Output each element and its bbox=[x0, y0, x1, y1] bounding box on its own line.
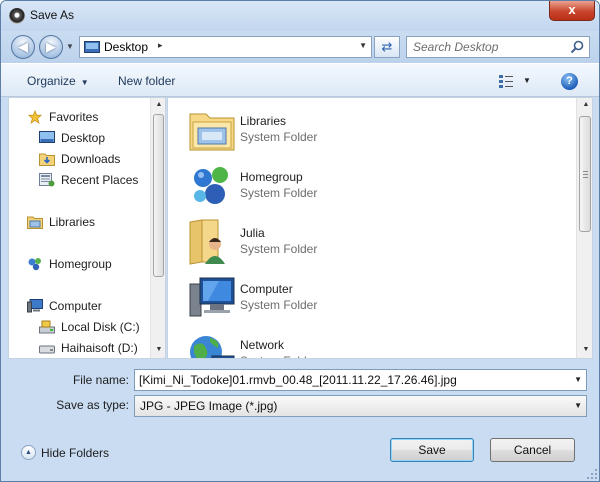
file-item-computer[interactable]: Computer System Folder bbox=[188, 274, 568, 328]
nav-homegroup-label: Homegroup bbox=[49, 257, 112, 271]
computer-icon bbox=[189, 277, 235, 317]
desktop-icon bbox=[84, 41, 100, 53]
scrollbar-thumb[interactable] bbox=[579, 116, 591, 232]
file-name: Libraries bbox=[240, 114, 287, 128]
back-button[interactable]: ◀ bbox=[11, 35, 35, 59]
file-type: System Folder bbox=[240, 298, 318, 312]
file-name-input[interactable] bbox=[135, 370, 565, 390]
views-dropdown-icon[interactable]: ▼ bbox=[523, 76, 531, 85]
nav-item-label: Desktop bbox=[61, 131, 106, 145]
hide-folders-label: Hide Folders bbox=[41, 446, 110, 460]
file-type: System Folder bbox=[240, 186, 318, 200]
scroll-up-icon[interactable]: ▲ bbox=[581, 101, 591, 108]
forward-button[interactable]: ▶ bbox=[39, 35, 63, 59]
file-type: System Folder bbox=[240, 242, 318, 256]
window-title: Save As bbox=[30, 8, 75, 22]
scroll-down-icon[interactable]: ▼ bbox=[154, 346, 164, 353]
nav-item-label: Downloads bbox=[61, 152, 121, 166]
recent-places-icon bbox=[39, 173, 55, 187]
help-icon[interactable]: ? bbox=[561, 73, 578, 90]
address-bar[interactable]: Desktop ▸ ▼ bbox=[79, 36, 372, 58]
nav-favorites-label: Favorites bbox=[49, 110, 99, 124]
homegroup-icon bbox=[194, 167, 228, 204]
grip-icon bbox=[583, 171, 588, 178]
libraries-icon bbox=[189, 113, 235, 151]
file-type: System Folder bbox=[240, 354, 317, 358]
cancel-button[interactable]: Cancel bbox=[490, 438, 575, 462]
file-type: System Folder bbox=[240, 130, 318, 144]
file-name: Julia bbox=[240, 226, 265, 240]
refresh-icon: ⇄ bbox=[381, 39, 393, 54]
file-list-pane: Libraries System Folder Homegroup System… bbox=[167, 97, 593, 359]
desktop-icon bbox=[39, 131, 55, 143]
nav-item-label: Local Disk (C:) bbox=[61, 320, 140, 334]
star-icon bbox=[27, 110, 43, 124]
save-as-type-value: JPG - JPEG Image (*.jpg) bbox=[140, 399, 278, 413]
chevron-down-icon[interactable]: ▼ bbox=[574, 375, 582, 384]
collapse-icon: ▲ bbox=[21, 445, 36, 460]
nav-computer-label: Computer bbox=[49, 299, 102, 313]
file-item-libraries[interactable]: Libraries System Folder bbox=[188, 106, 568, 160]
file-name: Homegroup bbox=[240, 170, 303, 184]
recent-pages-icon[interactable]: ▼ bbox=[66, 42, 74, 51]
file-item-julia[interactable]: Julia System Folder bbox=[188, 218, 568, 272]
address-row: ◀ ▶ ▼ Desktop ▸ ▼ ⇄ bbox=[1, 31, 599, 63]
drive-icon bbox=[39, 320, 55, 334]
chevron-down-icon: ▼ bbox=[80, 78, 89, 87]
chevron-down-icon[interactable]: ▼ bbox=[574, 401, 582, 410]
close-button[interactable]: x bbox=[549, 1, 595, 21]
libraries-icon bbox=[27, 216, 43, 229]
file-item-network[interactable]: Network System Folder bbox=[188, 330, 568, 358]
app-icon bbox=[9, 8, 25, 24]
new-folder-button[interactable]: New folder bbox=[118, 74, 175, 88]
organize-button[interactable]: Organize ▼ bbox=[27, 74, 89, 88]
search-input[interactable] bbox=[407, 37, 567, 57]
scrollbar-thumb[interactable] bbox=[153, 114, 164, 277]
scroll-up-icon[interactable]: ▲ bbox=[154, 101, 164, 108]
address-dropdown-icon[interactable]: ▼ bbox=[359, 41, 367, 50]
file-list-scrollbar[interactable]: ▲ ▼ bbox=[576, 98, 592, 358]
file-name-label: File name: bbox=[72, 373, 129, 387]
refresh-button[interactable]: ⇄ bbox=[374, 36, 400, 58]
breadcrumb-separator-icon[interactable]: ▸ bbox=[158, 40, 163, 51]
drive-icon bbox=[39, 345, 55, 354]
file-name: Network bbox=[240, 338, 285, 352]
nav-item-label: Recent Places bbox=[61, 173, 139, 187]
title-bar: Save As x bbox=[1, 1, 599, 31]
nav-libraries-label: Libraries bbox=[49, 215, 96, 229]
search-box[interactable] bbox=[406, 36, 590, 58]
nav-item-label: Haihaisoft (D:) bbox=[61, 341, 138, 355]
network-icon bbox=[190, 336, 235, 358]
homegroup-icon bbox=[28, 258, 41, 271]
views-icon[interactable] bbox=[499, 74, 513, 88]
address-location[interactable]: Desktop bbox=[104, 40, 148, 54]
command-bar: Organize ▼ New folder ▼ ? bbox=[1, 63, 599, 97]
file-name-combobox[interactable]: ▼ bbox=[134, 369, 587, 391]
file-name: Computer bbox=[240, 282, 293, 296]
save-as-type-label: Save as type: bbox=[56, 398, 129, 412]
search-icon[interactable] bbox=[570, 40, 584, 54]
downloads-folder-icon bbox=[39, 153, 55, 166]
computer-icon bbox=[27, 299, 43, 313]
navigation-scrollbar[interactable]: ▲ ▼ bbox=[150, 98, 165, 358]
organize-label: Organize bbox=[27, 74, 76, 88]
navigation-pane: Favorites Desktop Downloads Recent Place… bbox=[8, 97, 166, 359]
scroll-down-icon[interactable]: ▼ bbox=[581, 346, 591, 353]
save-button[interactable]: Save bbox=[390, 438, 474, 462]
file-item-homegroup[interactable]: Homegroup System Folder bbox=[188, 162, 568, 216]
user-folder-icon bbox=[189, 219, 225, 265]
save-as-dialog: Save As x ◀ ▶ ▼ Desktop ▸ ▼ ⇄ Organize ▼ … bbox=[0, 0, 600, 482]
resize-grip-icon[interactable] bbox=[586, 468, 598, 480]
save-as-type-select[interactable]: JPG - JPEG Image (*.jpg) ▼ bbox=[134, 395, 587, 417]
